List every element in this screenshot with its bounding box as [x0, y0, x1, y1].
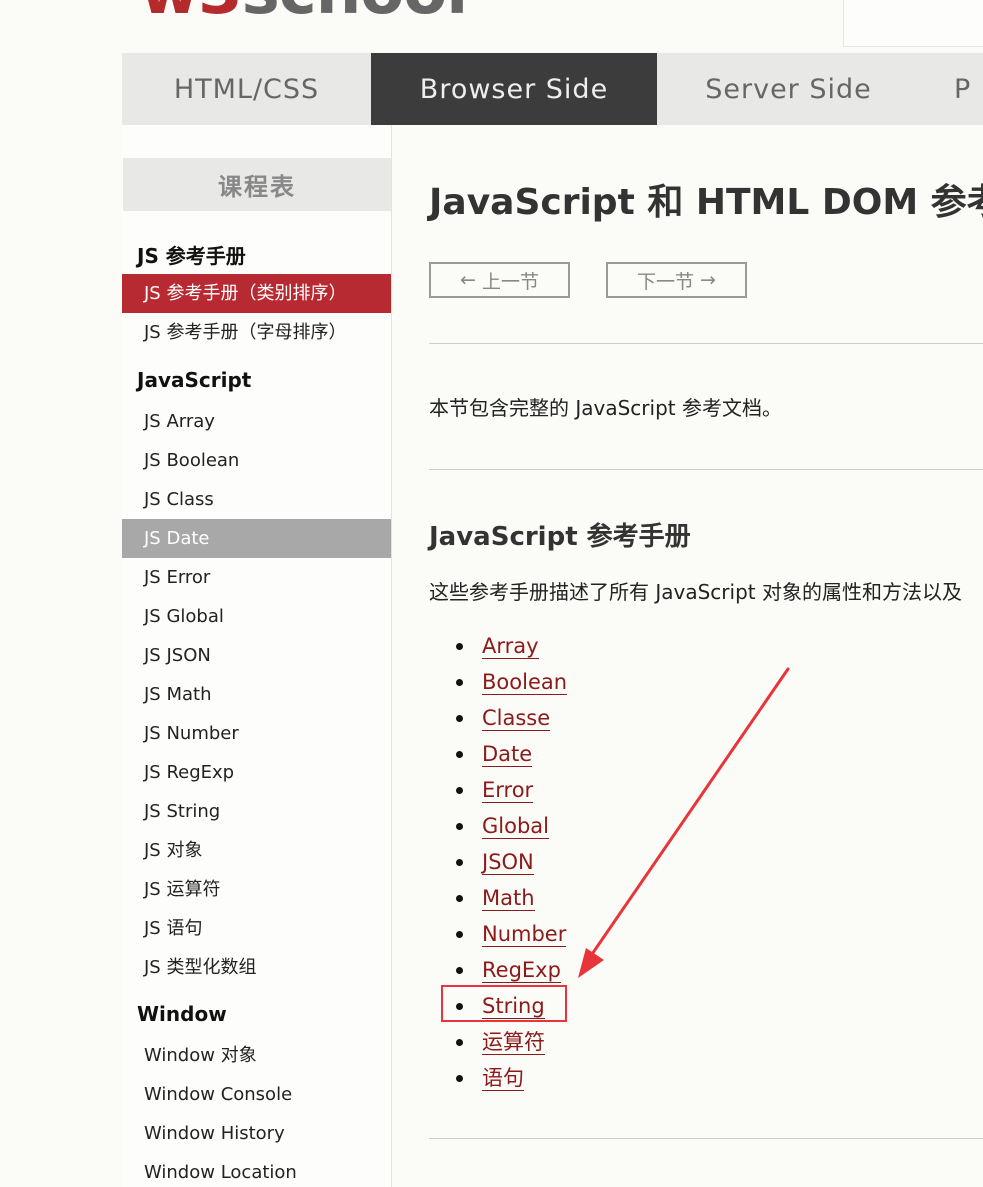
sidebar-item-js-class[interactable]: JS Class: [122, 480, 391, 519]
list-item: Date: [456, 736, 567, 772]
prev-section-button[interactable]: ← 上一节: [429, 262, 570, 298]
link-global[interactable]: Global: [482, 814, 549, 839]
nav-tab-server-side[interactable]: Server Side: [657, 53, 920, 125]
sidebar-item-js-number[interactable]: JS Number: [122, 714, 391, 753]
sidebar-item-js-statements[interactable]: JS 语句: [122, 909, 391, 948]
link-json[interactable]: JSON: [482, 850, 534, 875]
top-nav: HTML/CSS Browser Side Server Side P: [122, 53, 983, 125]
list-item: Boolean: [456, 664, 568, 700]
sidebar-item-js-operators[interactable]: JS 运算符: [122, 870, 391, 909]
list-item: Math: [456, 880, 567, 916]
sidebar-item-js-global[interactable]: JS Global: [122, 597, 391, 636]
list-item: 语句: [456, 1060, 567, 1096]
site-logo[interactable]: w3school: [140, 0, 468, 24]
divider: [429, 469, 983, 470]
link-date[interactable]: Date: [482, 742, 533, 767]
sidebar-item-js-regexp[interactable]: JS RegExp: [122, 753, 391, 792]
sidebar-item-js-date[interactable]: JS Date: [122, 519, 391, 558]
sidebar-title: 课程表: [123, 158, 391, 211]
sidebar-heading-window: Window: [137, 1002, 227, 1026]
section-description: 这些参考手册描述了所有 JavaScript 对象的属性和方法以及: [429, 580, 962, 604]
link-math[interactable]: Math: [482, 886, 535, 911]
sidebar-heading-js-reference: JS 参考手册: [137, 244, 246, 268]
main-content: JavaScript 和 HTML DOM 参考手 ← 上一节 下一节 → 本节…: [392, 125, 983, 1187]
link-array[interactable]: Array: [482, 634, 539, 659]
sidebar-item-window-location[interactable]: Window Location: [122, 1153, 391, 1187]
intro-text: 本节包含完整的 JavaScript 参考文档。: [429, 396, 782, 420]
site-header: w3school: [122, 0, 983, 53]
sidebar-item-window-object[interactable]: Window 对象: [122, 1036, 391, 1075]
arrow-left-icon: ←: [460, 269, 476, 291]
list-item: Number: [456, 916, 567, 952]
sidebar-item-js-typed-arrays[interactable]: JS 类型化数组: [122, 948, 391, 987]
list-item: Global: [456, 808, 567, 844]
sidebar-item-js-ref-category[interactable]: JS 参考手册（类别排序）: [122, 274, 391, 313]
header-search-area: [843, 0, 983, 47]
list-item: Error: [456, 772, 567, 808]
sidebar: 课程表 JS 参考手册 JS 参考手册（类别排序） JS 参考手册（字母排序） …: [122, 125, 392, 1187]
sidebar-item-js-string[interactable]: JS String: [122, 792, 391, 831]
link-number[interactable]: Number: [482, 922, 567, 947]
sidebar-item-window-history[interactable]: Window History: [122, 1114, 391, 1153]
list-item: 运算符: [456, 1024, 567, 1060]
divider: [429, 343, 983, 344]
nav-tab-html-css[interactable]: HTML/CSS: [122, 53, 371, 125]
sidebar-item-js-math[interactable]: JS Math: [122, 675, 391, 714]
sidebar-item-js-object[interactable]: JS 对象: [122, 831, 391, 870]
section-title: JavaScript 参考手册: [429, 522, 691, 552]
arrow-right-icon: →: [700, 269, 716, 291]
sidebar-item-js-boolean[interactable]: JS Boolean: [122, 441, 391, 480]
link-statements[interactable]: 语句: [482, 1066, 524, 1091]
link-boolean[interactable]: Boolean: [482, 670, 568, 695]
page-title: JavaScript 和 HTML DOM 参考手: [429, 182, 983, 223]
list-item: RegExp: [456, 952, 567, 988]
sidebar-item-js-error[interactable]: JS Error: [122, 558, 391, 597]
sidebar-item-window-console[interactable]: Window Console: [122, 1075, 391, 1114]
link-error[interactable]: Error: [482, 778, 534, 803]
list-item: Array: [456, 628, 567, 664]
link-regexp[interactable]: RegExp: [482, 958, 561, 983]
link-classe[interactable]: Classe: [482, 706, 551, 731]
next-section-button[interactable]: 下一节 →: [606, 262, 747, 298]
sidebar-heading-javascript: JavaScript: [137, 368, 252, 392]
sidebar-item-js-array[interactable]: JS Array: [122, 402, 391, 441]
nav-tab-browser-side[interactable]: Browser Side: [371, 53, 657, 125]
nav-tab-more[interactable]: P: [920, 53, 983, 125]
list-item: Classe: [456, 700, 567, 736]
sidebar-item-js-json[interactable]: JS JSON: [122, 636, 391, 675]
sidebar-item-js-ref-alpha[interactable]: JS 参考手册（字母排序）: [122, 313, 391, 352]
link-operators[interactable]: 运算符: [482, 1030, 545, 1055]
prev-section-label: 上一节: [481, 270, 539, 293]
annotation-highlight-box: [441, 985, 567, 1022]
divider: [429, 1138, 983, 1139]
list-item: JSON: [456, 844, 567, 880]
reference-link-list: Array Boolean Classe Date Error Global J…: [456, 628, 568, 1096]
next-section-label: 下一节: [637, 270, 695, 293]
